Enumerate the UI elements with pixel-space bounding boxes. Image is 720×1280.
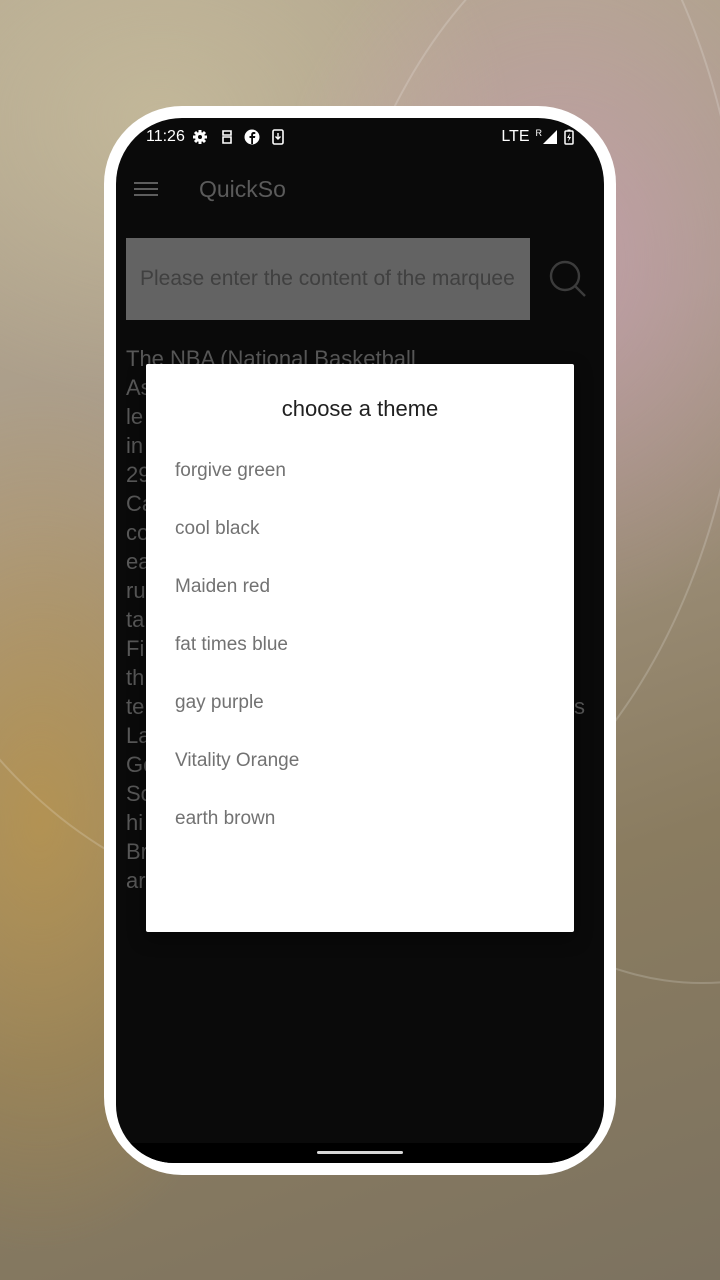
article-fragment: le (126, 404, 144, 429)
download-icon (272, 129, 284, 145)
notification-app-icon (222, 130, 232, 144)
article-fragment: th (126, 665, 145, 690)
article-fragment-right: s (574, 694, 585, 719)
app-bar: QuickSo (116, 166, 604, 222)
article-fragment: Br (126, 839, 148, 864)
article-fragment: ar (126, 868, 146, 893)
status-bar: 11:26 LTE R (116, 118, 604, 158)
theme-option-forgive-green[interactable]: forgive green (175, 451, 545, 491)
theme-option-earth-brown[interactable]: earth brown (175, 799, 545, 839)
hamburger-menu-icon[interactable] (134, 178, 158, 202)
theme-dialog: choose a theme forgive green cool black … (146, 364, 574, 932)
facebook-icon (244, 129, 260, 145)
theme-option-maiden-red[interactable]: Maiden red (175, 567, 545, 607)
theme-option-fat-times-blue[interactable]: fat times blue (175, 625, 545, 665)
article-fragment: ta (126, 607, 145, 632)
search-placeholder: Please enter the content of the marquee (140, 267, 515, 290)
theme-option-cool-black[interactable]: cool black (175, 509, 545, 549)
dialog-title: choose a theme (281, 396, 439, 421)
network-type: LTE (501, 128, 530, 145)
gear-icon (193, 130, 207, 144)
search-icon[interactable] (548, 259, 588, 299)
article-fragment: hi (126, 810, 144, 835)
home-gesture-handle[interactable] (317, 1151, 403, 1154)
navigation-bar (116, 1143, 604, 1163)
article-fragment: te (126, 694, 145, 719)
article-fragment: Fi (126, 636, 145, 661)
status-right: LTE R (501, 128, 574, 146)
theme-option-vitality-orange[interactable]: Vitality Orange (175, 741, 545, 781)
battery-charging-icon (564, 129, 574, 145)
signal-icon (543, 130, 557, 144)
app-title: QuickSo (199, 176, 286, 202)
status-time: 11:26 (146, 128, 185, 145)
article-fragment: in (126, 433, 144, 458)
article-fragment: ru (126, 578, 146, 603)
theme-option-gay-purple[interactable]: gay purple (175, 683, 545, 723)
marquee-content-input[interactable]: Please enter the content of the marquee (126, 238, 530, 320)
